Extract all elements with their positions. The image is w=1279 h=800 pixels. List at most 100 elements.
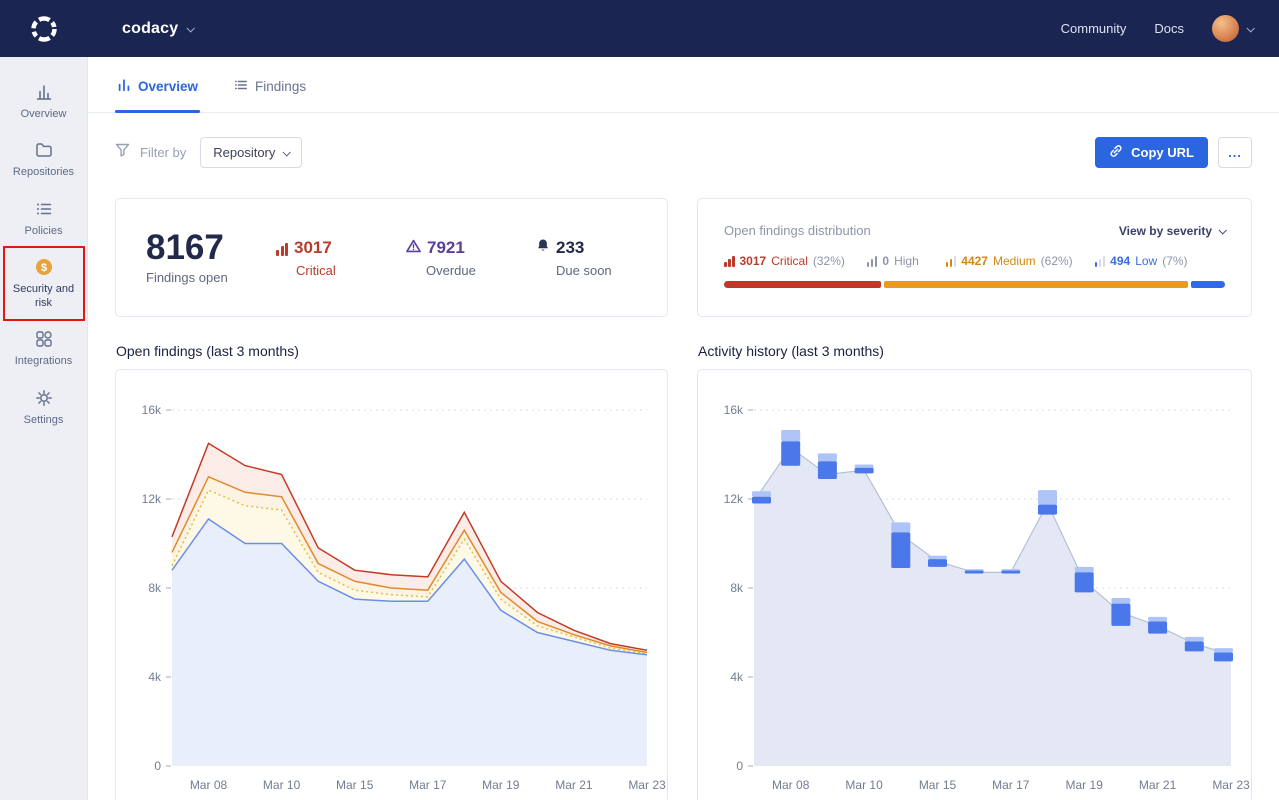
copy-url-button[interactable]: Copy URL <box>1095 137 1208 168</box>
legend-item-low: 494 Low (7%) <box>1095 254 1188 268</box>
sidebar-item-label: Overview <box>21 107 67 121</box>
overdue-value: 7921 <box>427 238 465 258</box>
legend-label: Critical <box>771 254 808 268</box>
view-by-severity-label: View by severity <box>1119 224 1212 238</box>
svg-text:Mar 08: Mar 08 <box>190 778 228 792</box>
sidebar-item-label: Security and risk <box>11 282 77 311</box>
summary-row: 8167 Findings open 3017 Critical <box>88 168 1279 317</box>
svg-text:Mar 21: Mar 21 <box>555 778 593 792</box>
legend-value: 494 <box>1110 254 1130 268</box>
critical-value: 3017 <box>294 238 332 258</box>
activity-history-chart: 04k8k12k16kMar 08Mar 10Mar 15Mar 17Mar 1… <box>698 370 1251 800</box>
svg-text:$: $ <box>40 262 46 274</box>
docs-link[interactable]: Docs <box>1154 21 1184 36</box>
activity-history-chart-card: 04k8k12k16kMar 08Mar 10Mar 15Mar 17Mar 1… <box>697 369 1252 800</box>
svg-text:Mar 17: Mar 17 <box>992 778 1030 792</box>
codacy-app: codacy Community Docs Overview Repositor… <box>0 0 1279 800</box>
svg-text:Mar 23: Mar 23 <box>628 778 666 792</box>
due-soon-stat: 233 Due soon <box>536 238 666 278</box>
more-options-button[interactable]: ... <box>1218 137 1252 168</box>
link-icon <box>1109 144 1123 161</box>
legend-label: Medium <box>993 254 1036 268</box>
gear-icon <box>34 388 54 408</box>
tab-overview[interactable]: Overview <box>115 78 200 112</box>
integrations-icon <box>34 329 54 349</box>
severity-medium-icon <box>946 256 957 267</box>
legend-value: 3017 <box>740 254 767 268</box>
topbar: codacy Community Docs <box>0 0 1279 57</box>
svg-text:0: 0 <box>154 759 161 773</box>
topbar-right: Community Docs <box>1061 15 1279 42</box>
findings-open-value: 8167 <box>146 230 276 265</box>
svg-text:16k: 16k <box>724 403 744 417</box>
legend-item-high: 0 High <box>867 254 924 268</box>
sidebar-item-settings[interactable]: Settings <box>5 379 83 436</box>
svg-text:8k: 8k <box>730 581 744 595</box>
sidebar-item-overview[interactable]: Overview <box>5 73 83 130</box>
svg-text:Mar 10: Mar 10 <box>263 778 301 792</box>
sidebar-item-label: Integrations <box>15 354 72 368</box>
list-icon <box>34 199 54 219</box>
sidebar-item-policies[interactable]: Policies <box>5 190 83 247</box>
codacy-logo-icon <box>29 14 59 44</box>
legend-label: High <box>894 254 919 268</box>
legend-item-medium: 4427 Medium (62%) <box>946 254 1073 268</box>
sidebar-item-label: Repositories <box>13 165 74 179</box>
due-soon-value: 233 <box>556 238 584 258</box>
tab-label: Overview <box>138 79 198 94</box>
svg-text:12k: 12k <box>724 492 744 506</box>
filter-row: Filter by Repository Copy URL ... <box>88 113 1279 168</box>
critical-stat: 3017 Critical <box>276 238 406 278</box>
open-findings-section: Open findings (last 3 months) 04k8k12k16… <box>115 343 668 800</box>
svg-text:Mar 08: Mar 08 <box>772 778 810 792</box>
due-soon-label: Due soon <box>556 263 666 278</box>
codacy-logo[interactable] <box>0 14 88 44</box>
severity-low-icon <box>1095 256 1106 267</box>
sidebar-item-label: Policies <box>25 224 63 238</box>
main-content: Overview Findings Filter by Repository <box>88 57 1279 800</box>
severity-high-icon <box>867 256 878 267</box>
open-findings-chart: 04k8k12k16kMar 08Mar 10Mar 15Mar 17Mar 1… <box>116 370 667 800</box>
sidebar: Overview Repositories Policies $ Securit… <box>0 57 88 800</box>
sidebar-item-label: Settings <box>24 413 64 427</box>
overdue-label: Overdue <box>426 263 536 278</box>
findings-open-stat: 8167 Findings open <box>146 230 276 285</box>
svg-text:Mar 17: Mar 17 <box>409 778 447 792</box>
findings-summary-card: 8167 Findings open 3017 Critical <box>115 198 668 317</box>
repository-filter-dropdown[interactable]: Repository <box>200 137 302 168</box>
tab-label: Findings <box>255 79 306 94</box>
filter-by-label: Filter by <box>140 145 186 160</box>
chevron-down-icon <box>187 24 195 32</box>
open-findings-title: Open findings (last 3 months) <box>116 343 668 359</box>
severity-critical-icon <box>276 243 288 256</box>
legend-pct: (32%) <box>813 254 845 268</box>
legend-item-critical: 3017 Critical (32%) <box>724 254 845 268</box>
sidebar-item-integrations[interactable]: Integrations <box>5 320 83 377</box>
copy-url-label: Copy URL <box>1131 145 1194 160</box>
findings-list-icon <box>234 78 248 95</box>
open-findings-distribution-card: Open findings distribution View by sever… <box>697 198 1252 317</box>
security-coin-icon: $ <box>34 257 54 277</box>
legend-pct: (62%) <box>1041 254 1073 268</box>
tab-findings[interactable]: Findings <box>232 78 308 112</box>
view-by-severity-dropdown[interactable]: View by severity <box>1119 224 1225 238</box>
chevron-down-icon <box>1218 226 1226 234</box>
overdue-stat: 7921 Overdue <box>406 238 536 278</box>
org-switcher[interactable]: codacy <box>122 20 193 38</box>
svg-text:12k: 12k <box>142 492 162 506</box>
svg-text:Mar 15: Mar 15 <box>919 778 957 792</box>
community-link[interactable]: Community <box>1061 21 1127 36</box>
user-menu[interactable] <box>1212 15 1253 42</box>
sidebar-item-repositories[interactable]: Repositories <box>5 131 83 188</box>
svg-text:Mar 19: Mar 19 <box>482 778 520 792</box>
severity-legend: 3017 Critical (32%) 0 High 4427 Medium <box>724 254 1225 268</box>
svg-text:Mar 15: Mar 15 <box>336 778 374 792</box>
more-options-label: ... <box>1228 145 1242 160</box>
sidebar-item-security-and-risk[interactable]: $ Security and risk <box>5 248 83 320</box>
org-name: codacy <box>122 20 178 38</box>
warning-triangle-icon <box>406 238 421 258</box>
svg-text:8k: 8k <box>148 581 162 595</box>
svg-text:Mar 23: Mar 23 <box>1212 778 1250 792</box>
svg-text:0: 0 <box>736 759 743 773</box>
charts-row: Open findings (last 3 months) 04k8k12k16… <box>88 317 1279 800</box>
